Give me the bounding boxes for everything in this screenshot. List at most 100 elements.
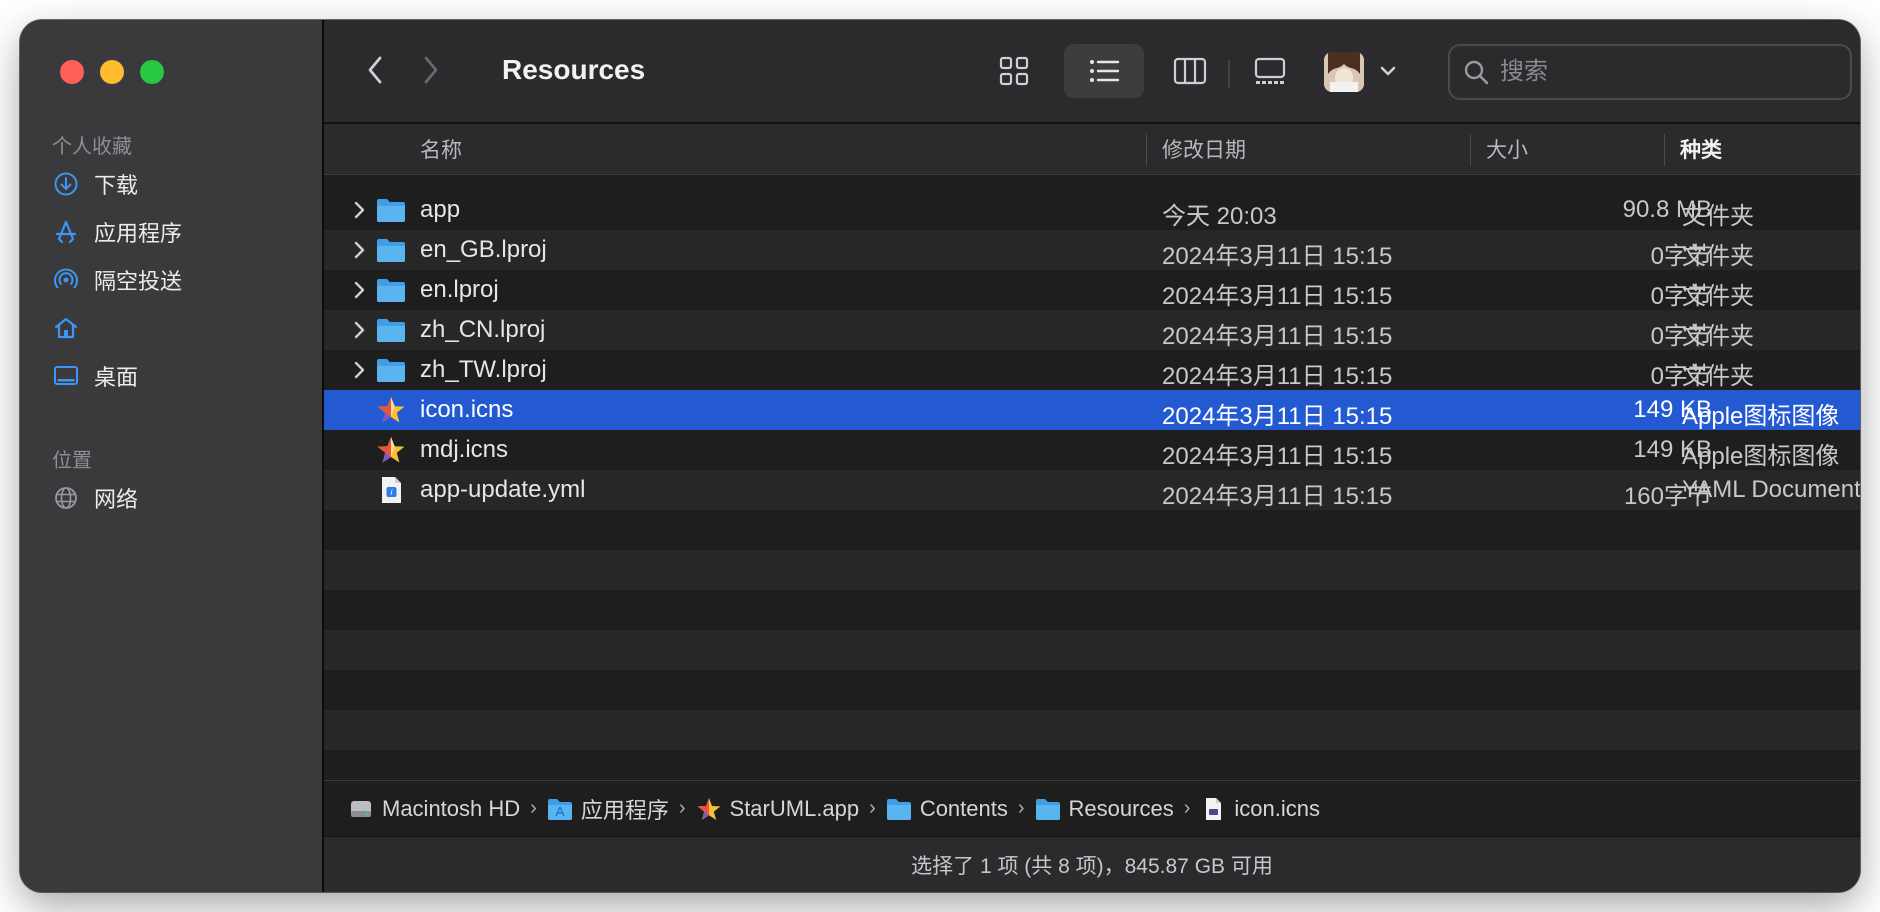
file-size: 160字节 bbox=[1623, 483, 1712, 510]
chevron-right-icon: › bbox=[1017, 797, 1025, 819]
file-name: en.lproj bbox=[420, 276, 499, 303]
folder-icon bbox=[886, 798, 911, 820]
folder-icon bbox=[377, 359, 405, 382]
disclosure-triangle-icon[interactable] bbox=[352, 320, 366, 340]
sidebar-item-label: 桌面 bbox=[94, 365, 139, 390]
path-item-macintosh-hd[interactable]: Macintosh HD bbox=[348, 796, 520, 822]
file-row[interactable]: en_GB.lproj 2024年3月11日 15:15 0字节 文件夹 bbox=[324, 230, 1860, 270]
gallery-view-button[interactable] bbox=[1238, 44, 1302, 98]
chevron-left-icon bbox=[368, 56, 382, 84]
path-item-label: 应用程序 bbox=[580, 797, 669, 823]
yaml-document-icon: i bbox=[382, 477, 401, 503]
file-row-selected[interactable]: icon.icns 2024年3月11日 15:15 149 KB Apple图… bbox=[324, 390, 1860, 430]
path-item-label: icon.icns bbox=[1234, 795, 1320, 821]
list-view-button[interactable] bbox=[1064, 44, 1144, 98]
status-text: 选择了 1 项 (共 8 项)，845.87 GB 可用 bbox=[911, 855, 1273, 878]
empty-row bbox=[324, 670, 1860, 710]
columns-icon bbox=[1173, 57, 1207, 85]
path-item-contents[interactable]: Contents bbox=[886, 796, 1008, 822]
toolbar: Resources bbox=[324, 20, 1860, 124]
back-button[interactable] bbox=[358, 48, 394, 92]
file-date: 2024年3月11日 15:15 bbox=[1162, 363, 1393, 390]
file-row[interactable]: i app-update.yml 2024年3月11日 15:15 160字节 … bbox=[324, 470, 1860, 510]
list-icon bbox=[1090, 60, 1120, 82]
column-divider[interactable] bbox=[1664, 134, 1665, 166]
toolbar-divider bbox=[1228, 60, 1230, 88]
hard-drive-icon bbox=[351, 800, 371, 817]
star-icns-icon bbox=[377, 397, 405, 423]
search-input[interactable] bbox=[1498, 57, 1822, 87]
file-kind: 文件夹 bbox=[1682, 323, 1754, 350]
chevron-right-icon bbox=[424, 56, 438, 84]
sidebar-item-downloads[interactable]: 下载 bbox=[52, 164, 308, 204]
applications-icon bbox=[52, 218, 80, 246]
column-date[interactable]: 修改日期 bbox=[1162, 124, 1246, 174]
file-date: 2024年3月11日 15:15 bbox=[1162, 283, 1393, 310]
file-kind: 文件夹 bbox=[1682, 363, 1754, 390]
path-item-resources[interactable]: Resources bbox=[1035, 796, 1174, 822]
column-divider[interactable] bbox=[1146, 134, 1147, 166]
window-title: Resources bbox=[502, 54, 646, 85]
forward-button[interactable] bbox=[412, 48, 448, 92]
path-item-staruml[interactable]: StarUML.app bbox=[696, 796, 859, 822]
path-item-icon-icns[interactable]: icon.icns bbox=[1200, 796, 1320, 822]
avatar[interactable] bbox=[1324, 52, 1364, 92]
file-name: mdj.icns bbox=[420, 436, 509, 463]
column-divider[interactable] bbox=[1470, 134, 1471, 166]
file-date: 2024年3月11日 15:15 bbox=[1162, 403, 1393, 430]
search-field[interactable] bbox=[1448, 44, 1852, 100]
sidebar-item-desktop[interactable]: 桌面 bbox=[52, 356, 308, 396]
sidebar-item-home[interactable] bbox=[52, 308, 308, 348]
sidebar-item-label: 下载 bbox=[94, 173, 139, 198]
sidebar-item-applications[interactable]: 应用程序 bbox=[52, 212, 308, 252]
empty-row bbox=[324, 630, 1860, 670]
user-avatar-icon bbox=[1324, 52, 1364, 92]
sidebar-item-airdrop[interactable]: 隔空投送 bbox=[52, 260, 308, 300]
path-item-applications[interactable]: 应用程序 bbox=[547, 793, 669, 825]
file-kind: Apple图标图像 bbox=[1682, 403, 1840, 430]
file-size: 149 KB bbox=[1633, 396, 1712, 423]
file-size: 0字节 bbox=[1650, 283, 1712, 310]
file-row[interactable]: app 今天 20:03 90.8 MB 文件夹 bbox=[324, 190, 1860, 230]
icon-view-button[interactable] bbox=[982, 44, 1046, 98]
disclosure-triangle-icon[interactable] bbox=[352, 360, 366, 380]
file-row[interactable]: en.lproj 2024年3月11日 15:15 0字节 文件夹 bbox=[324, 270, 1860, 310]
finder-window: 个人收藏 下载 应用程序 隔空投送 桌面 位置 网络 Resources 搜索 … bbox=[20, 20, 1860, 892]
minimize-window-button[interactable] bbox=[100, 60, 124, 84]
user-menu-button[interactable] bbox=[1370, 56, 1406, 88]
folder-icon bbox=[1035, 798, 1060, 820]
column-view-button[interactable] bbox=[1158, 44, 1222, 98]
status-bar: 选择了 1 项 (共 8 项)，845.87 GB 可用 bbox=[324, 836, 1860, 892]
file-size: 0字节 bbox=[1650, 243, 1712, 270]
close-window-button[interactable] bbox=[60, 60, 84, 84]
chevron-down-icon bbox=[1380, 66, 1396, 76]
disclosure-triangle-icon[interactable] bbox=[352, 240, 366, 260]
grid-icon bbox=[999, 56, 1029, 86]
file-kind: 文件夹 bbox=[1682, 203, 1754, 230]
column-size[interactable]: 大小 bbox=[1486, 124, 1528, 174]
chevron-right-icon: › bbox=[1183, 797, 1191, 819]
download-icon bbox=[52, 170, 80, 198]
file-row[interactable]: zh_CN.lproj 2024年3月11日 15:15 0字节 文件夹 bbox=[324, 310, 1860, 350]
zoom-window-button[interactable] bbox=[140, 60, 164, 84]
file-kind: 文件夹 bbox=[1682, 283, 1754, 310]
file-date: 2024年3月11日 15:15 bbox=[1162, 483, 1393, 510]
disclosure-triangle-icon[interactable] bbox=[352, 200, 366, 220]
sidebar-item-network[interactable]: 网络 bbox=[52, 478, 308, 518]
file-size: 149 KB bbox=[1633, 436, 1712, 463]
file-kind: 文件夹 bbox=[1682, 243, 1754, 270]
column-name[interactable]: 名称 bbox=[420, 124, 462, 174]
favorites-header: 个人收藏 bbox=[52, 136, 132, 158]
file-size: 0字节 bbox=[1650, 323, 1712, 350]
path-item-label: Contents bbox=[919, 795, 1008, 821]
column-kind[interactable]: 种类 bbox=[1680, 124, 1722, 174]
file-name: en_GB.lproj bbox=[420, 236, 547, 263]
disclosure-triangle-icon[interactable] bbox=[352, 280, 366, 300]
path-bar: Macintosh HD › 应用程序 › StarUML.app › Cont… bbox=[324, 780, 1860, 836]
sidebar-item-label: 应用程序 bbox=[94, 221, 183, 246]
file-row[interactable]: mdj.icns 2024年3月11日 15:15 149 KB Apple图标… bbox=[324, 430, 1860, 470]
network-icon bbox=[52, 484, 80, 512]
file-row[interactable]: zh_TW.lproj 2024年3月11日 15:15 0字节 文件夹 bbox=[324, 350, 1860, 390]
file-name: zh_TW.lproj bbox=[420, 356, 547, 383]
main-pane: Resources 搜索 名称 修改日期 大小 种类 app 今天 20:03 … bbox=[324, 20, 1860, 892]
